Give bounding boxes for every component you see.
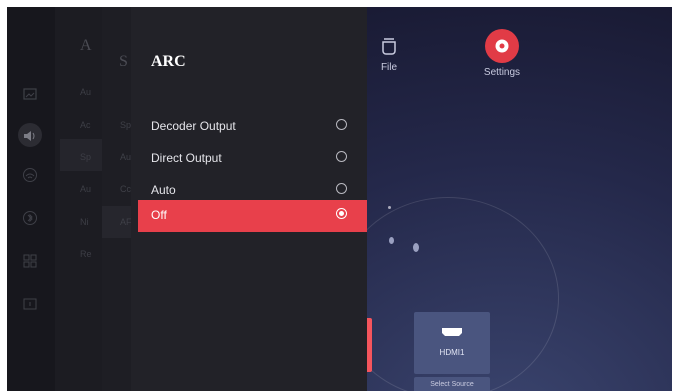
decor-drop bbox=[413, 243, 419, 252]
picture-icon[interactable] bbox=[20, 85, 40, 105]
menu-item[interactable]: Ni bbox=[80, 217, 89, 227]
option-direct-output[interactable]: Direct Output bbox=[131, 143, 367, 175]
home-settings-item[interactable]: Settings bbox=[477, 29, 527, 78]
radio-button[interactable] bbox=[336, 183, 347, 194]
hdmi1-card[interactable]: HDMI1 bbox=[414, 312, 490, 374]
hdmi-icon bbox=[442, 328, 462, 336]
apps-icon[interactable] bbox=[20, 253, 40, 273]
menu-heading: S bbox=[119, 53, 128, 70]
menu-item[interactable]: Cc bbox=[120, 184, 131, 194]
radio-button[interactable] bbox=[336, 151, 347, 162]
decor-dot bbox=[388, 206, 391, 209]
arc-settings-panel: ARC Decoder Output Direct Output Auto Of… bbox=[131, 7, 367, 391]
info-icon[interactable] bbox=[20, 295, 40, 315]
settings-icon-rail bbox=[7, 7, 55, 391]
option-off[interactable]: Off bbox=[138, 200, 367, 232]
option-label: Auto bbox=[151, 183, 176, 197]
home-file-item[interactable]: File bbox=[369, 37, 409, 73]
select-source-label[interactable]: Select Source bbox=[414, 377, 490, 391]
arc-title: ARC bbox=[151, 53, 186, 70]
option-decoder-output[interactable]: Decoder Output bbox=[131, 111, 367, 143]
menu-item[interactable]: Re bbox=[80, 249, 92, 259]
option-label: Off bbox=[151, 208, 167, 222]
radio-button[interactable] bbox=[336, 119, 347, 130]
menu-item[interactable]: Au bbox=[120, 152, 131, 162]
settings-label: Settings bbox=[483, 67, 521, 78]
settings-circle bbox=[485, 29, 519, 63]
option-label: Decoder Output bbox=[151, 119, 236, 133]
menu-item[interactable]: Ac bbox=[80, 120, 91, 130]
menu-item[interactable]: Au bbox=[80, 184, 91, 194]
file-icon bbox=[382, 38, 396, 55]
file-label: File bbox=[380, 62, 398, 73]
hdmi1-label: HDMI1 bbox=[439, 348, 465, 357]
menu-heading: A bbox=[80, 37, 92, 54]
menu-item[interactable]: Sp bbox=[120, 120, 131, 130]
sound-icon[interactable] bbox=[18, 123, 42, 147]
radio-button-selected[interactable] bbox=[336, 208, 347, 219]
menu-item[interactable]: AF bbox=[120, 217, 132, 227]
option-label: Direct Output bbox=[151, 151, 222, 165]
bluetooth-icon[interactable] bbox=[20, 210, 40, 230]
gear-icon bbox=[495, 39, 509, 53]
menu-item[interactable]: Sp bbox=[80, 152, 91, 162]
tv-screen: File Settings HDMI1 Select Source A Au A… bbox=[7, 7, 672, 391]
menu-item[interactable]: Au bbox=[80, 87, 91, 97]
network-icon[interactable] bbox=[20, 167, 40, 187]
decor-drop bbox=[389, 237, 394, 244]
